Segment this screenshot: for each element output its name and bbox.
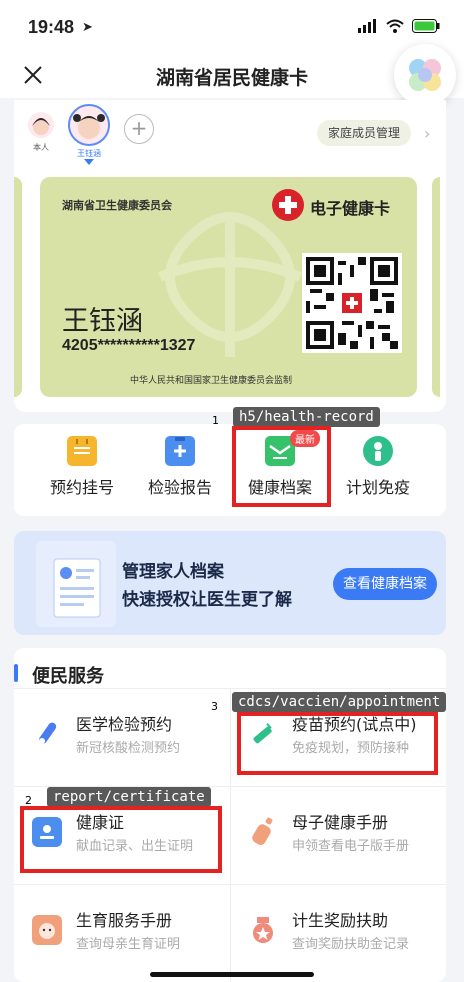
- banner-title: 管理家人档案: [122, 562, 224, 582]
- clipboard-plus-icon: [165, 436, 195, 466]
- card-brand: 电子健康卡: [310, 199, 391, 218]
- person-shield-icon: [363, 436, 393, 466]
- location-arrow-icon: ➤: [82, 20, 93, 35]
- highlight-box-3: [237, 712, 438, 775]
- quick-appointment-label: 预约挂号: [49, 478, 114, 497]
- avatar-self[interactable]: [28, 112, 54, 138]
- overlay-label-1: h5/health-record: [233, 407, 380, 427]
- medal-icon: [248, 915, 278, 945]
- overlay-label-3: cdcs/vaccien/appointment: [232, 692, 447, 712]
- baby-bottle-icon: [248, 817, 278, 847]
- service-desc: 查询奖励扶助金记录: [292, 937, 410, 952]
- quick-immunization-label: 计划免疫: [345, 478, 410, 497]
- home-indicator[interactable]: [150, 972, 314, 977]
- service-lab-test-appointment[interactable]: 医学检验预约 新冠核酸检测预约: [14, 688, 230, 780]
- service-name: 医学检验预约: [76, 715, 173, 734]
- card-peek-right: [432, 177, 440, 397]
- quick-immunization[interactable]: 计划免疫: [328, 436, 428, 498]
- quick-lab-report-label: 检验报告: [147, 478, 212, 497]
- family-record-banner[interactable]: 管理家人档案 快速授权让医生更了解 查看健康档案: [14, 531, 446, 635]
- qr-code[interactable]: [302, 253, 402, 353]
- member-label-selected: 王钰涵: [77, 149, 101, 158]
- overlay-number-1: 1: [212, 414, 219, 427]
- family-management-button[interactable]: 家庭成员管理: [317, 120, 412, 146]
- service-desc: 查询母亲生育证明: [76, 937, 181, 952]
- service-desc: 新冠核酸检测预约: [76, 741, 181, 756]
- member-switcher: 本人 王钰涵 + 家庭成员管理 ›: [14, 102, 446, 166]
- highlight-box-2: [20, 806, 222, 873]
- card-supervisor: 中华人民共和国国家卫生健康委员会监制: [130, 376, 293, 386]
- overlay-number-3: 3: [211, 700, 218, 713]
- service-desc: 申领查看电子版手册: [292, 839, 410, 854]
- service-birth-handbook[interactable]: 生育服务手册 查询母亲生育证明: [14, 884, 230, 976]
- services-title: 便民服务: [32, 666, 104, 687]
- calendar-icon: [67, 436, 97, 466]
- status-time: 19:48: [28, 17, 75, 37]
- test-tube-icon: [32, 719, 62, 749]
- document-illustration-icon: [36, 541, 116, 627]
- service-family-planning-reward[interactable]: 计生奖励扶助 查询奖励扶助金记录: [230, 884, 446, 976]
- flower-logo-icon: [409, 59, 441, 91]
- section-accent-bar: [14, 664, 18, 682]
- chevron-right-icon[interactable]: ›: [424, 124, 430, 143]
- card-peek-left: [14, 177, 22, 397]
- card-issuer: 湖南省卫生健康委员会: [62, 199, 172, 212]
- services-divider: [230, 688, 231, 982]
- service-name: 计生奖励扶助: [292, 911, 389, 930]
- highlight-box-1: [232, 426, 331, 507]
- service-mother-child-handbook[interactable]: 母子健康手册 申领查看电子版手册: [230, 786, 446, 878]
- wifi-icon: [386, 18, 404, 37]
- signal-icon: [358, 18, 378, 37]
- view-health-record-button[interactable]: 查看健康档案: [333, 568, 437, 600]
- red-cross-icon: [272, 189, 304, 221]
- selected-indicator-icon: [84, 159, 94, 165]
- avatar-selected-member[interactable]: [68, 104, 110, 146]
- service-name: 母子健康手册: [292, 813, 389, 832]
- overlay-label-2: report/certificate: [47, 787, 211, 807]
- quick-lab-report[interactable]: 检验报告: [130, 436, 230, 498]
- quick-appointment[interactable]: 预约挂号: [32, 436, 132, 498]
- service-name: 生育服务手册: [76, 911, 173, 930]
- card-holder-name: 王钰涵: [62, 306, 143, 337]
- quick-actions: 预约挂号 检验报告 健康档案 最新 计划免疫: [14, 424, 446, 516]
- banner-subtitle: 快速授权让医生更了解: [122, 590, 292, 610]
- card-id-number: 4205**********1327: [62, 337, 196, 354]
- add-member-button[interactable]: +: [124, 114, 154, 144]
- mini-program-menu-button[interactable]: [394, 44, 456, 106]
- baby-face-icon: [32, 915, 62, 945]
- electronic-health-card[interactable]: 湖南省卫生健康委员会 电子健康卡 王钰涵 4205**********1327 …: [40, 177, 417, 397]
- battery-icon: [412, 18, 440, 37]
